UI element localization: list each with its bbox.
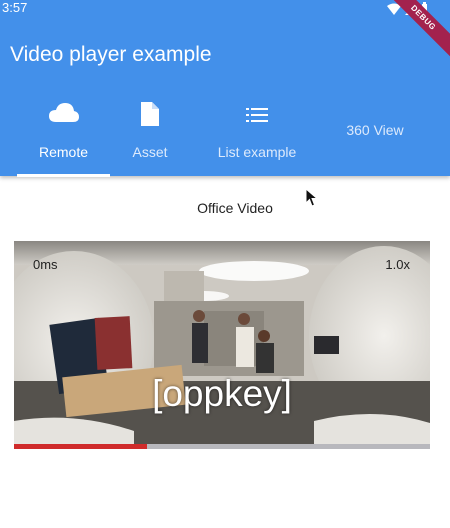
playback-speed-button[interactable]: 1.0x — [385, 257, 410, 272]
tab-list-example-label: List example — [217, 144, 297, 160]
cloud-icon — [48, 103, 79, 122]
list-icon — [246, 108, 268, 122]
progress-bar[interactable] — [14, 444, 430, 449]
video-frame — [14, 241, 430, 449]
status-bar: 3:57 DEBUG — [0, 0, 450, 63]
app-bar: 3:57 DEBUG Video player example Remote A… — [0, 0, 450, 176]
tab-bar: Remote Asset List example 360 View — [0, 98, 450, 176]
status-time: 3:57 — [2, 0, 28, 15]
app-title: Video player example — [10, 43, 212, 66]
video-player[interactable]: 0ms 1.0x [oppkey] — [14, 241, 430, 449]
progress-bar-fill — [14, 444, 148, 449]
tab-360-view-label: 360 View — [346, 122, 404, 138]
caption-text: [oppkey] — [152, 373, 292, 414]
tab-asset-label: Asset — [132, 144, 168, 160]
position-label: 0ms — [33, 257, 58, 272]
mouse-cursor-icon — [305, 188, 319, 207]
tab-indicator — [17, 174, 110, 177]
tab-asset[interactable]: Asset — [118, 98, 182, 176]
video-title: Office Video — [197, 200, 273, 216]
tab-remote[interactable]: Remote — [17, 98, 110, 176]
file-icon — [141, 102, 159, 126]
tab-remote-label: Remote — [38, 144, 89, 160]
tab-360-view[interactable]: 360 View — [335, 98, 415, 176]
tab-list-example[interactable]: List example — [207, 98, 307, 176]
